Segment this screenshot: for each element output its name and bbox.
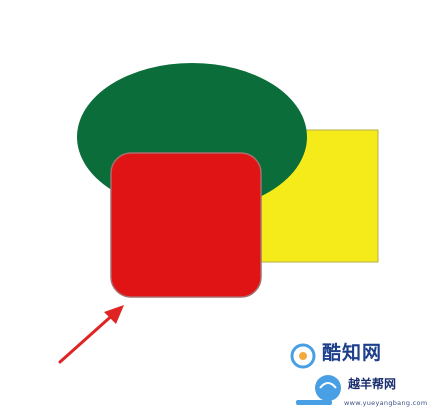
canvas: 酷知网 越羊帮网 www.yueyangbang.com bbox=[0, 0, 447, 414]
watermark-secondary: 越羊帮网 bbox=[348, 377, 397, 391]
watermark-url: www.yueyangbang.com bbox=[344, 399, 428, 407]
watermark-brand: 酷知网 bbox=[322, 342, 383, 364]
pointer-arrow bbox=[58, 305, 124, 364]
red-rounded-square[interactable] bbox=[110, 152, 262, 298]
